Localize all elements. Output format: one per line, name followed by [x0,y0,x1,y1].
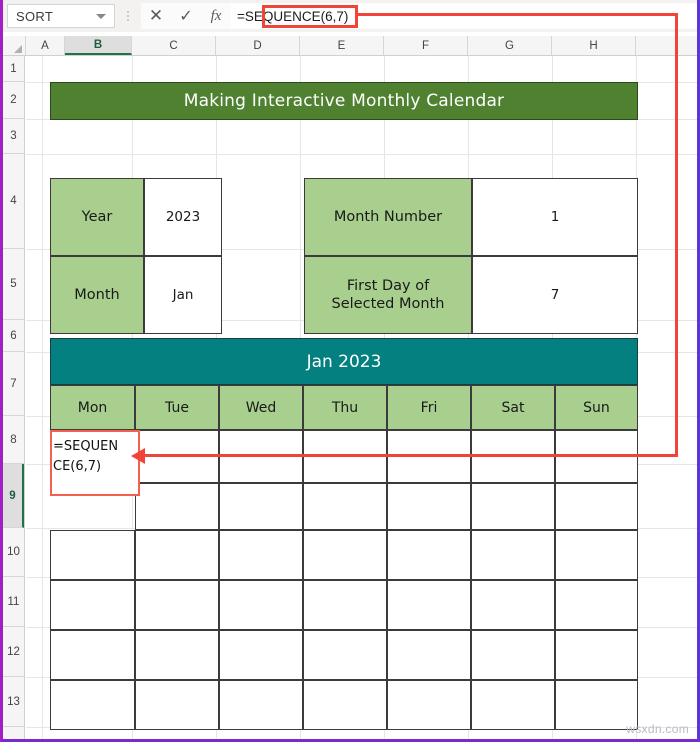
weekday-header-mon: Mon [50,385,135,430]
formula-bar: SORT ✕ ✓ fx =SEQUENCE(6,7) [3,0,697,32]
row-header-10[interactable]: 10 [3,528,24,577]
row-header-4[interactable]: 4 [3,154,24,249]
row-header-8[interactable]: 8 [3,416,24,464]
weekday-header-sat: Sat [471,385,555,430]
calendar-cell[interactable] [303,680,387,730]
calendar-cell[interactable] [555,530,638,580]
year-label: Year [50,178,144,256]
calendar-cell[interactable] [135,630,219,680]
column-header-i[interactable] [636,36,697,55]
weekday-header-fri: Fri [387,385,471,430]
column-header-c[interactable]: C [132,36,216,55]
calendar-cell[interactable] [219,530,303,580]
calendar-cell[interactable] [50,530,135,580]
excel-window: SORT ✕ ✓ fx =SEQUENCE(6,7) A B C D E F G… [0,0,700,742]
calendar-cell[interactable] [303,630,387,680]
calendar-cell[interactable] [387,530,471,580]
month-number-value[interactable]: 1 [472,178,638,256]
calendar-cell[interactable] [387,680,471,730]
first-day-label: First Day of Selected Month [304,256,472,334]
formula-input[interactable]: =SEQUENCE(6,7) [231,3,697,29]
calendar-cell[interactable] [471,630,555,680]
row-header-column: 1 2 3 4 5 6 7 8 9 10 11 12 13 14 [3,56,25,739]
annotation-line-right [675,13,678,457]
weekday-header-sun: Sun [555,385,638,430]
active-cell-text-line-2: CE(6,7) [53,459,102,475]
first-day-value[interactable]: 7 [472,256,638,334]
row-header-1[interactable]: 1 [3,56,24,82]
column-header-d[interactable]: D [216,36,300,55]
more-options-icon[interactable] [120,4,136,28]
calendar-cell[interactable] [219,580,303,630]
worksheet: A B C D E F G H 1 2 3 4 5 6 7 8 9 10 11 … [3,32,697,739]
calendar-cell[interactable] [135,580,219,630]
chevron-down-icon[interactable] [96,13,106,19]
calendar-cell[interactable] [303,530,387,580]
active-cell-text-line-1: =SEQUEN [53,439,119,454]
calendar-cell[interactable] [303,483,387,530]
column-header-row: A B C D E F G H [3,36,697,56]
calendar-cell[interactable] [135,680,219,730]
column-header-f[interactable]: F [384,36,468,55]
annotation-line-top [355,13,678,16]
page-title: Making Interactive Monthly Calendar [50,82,638,120]
weekday-header-tue: Tue [135,385,219,430]
calendar-cell[interactable] [50,680,135,730]
row-header-13[interactable]: 13 [3,677,24,727]
calendar-cell[interactable] [471,483,555,530]
column-header-e[interactable]: E [300,36,384,55]
calendar-cell[interactable] [135,483,219,530]
close-icon[interactable]: ✕ [141,3,171,29]
calendar-cell[interactable] [135,530,219,580]
row-header-14[interactable]: 14 [3,727,24,739]
calendar-cell[interactable] [555,630,638,680]
calendar-cell[interactable] [219,630,303,680]
column-header-h[interactable]: H [552,36,636,55]
weekday-header-wed: Wed [219,385,303,430]
calendar-cell[interactable] [387,630,471,680]
month-number-label: Month Number [304,178,472,256]
calendar-cell[interactable] [219,483,303,530]
calendar-title: Jan 2023 [50,338,638,385]
row-header-2[interactable]: 2 [3,82,24,119]
calendar-cell[interactable] [555,483,638,530]
calendar-cell[interactable] [387,580,471,630]
annotation-line-bottom [144,454,678,457]
calendar-cell[interactable] [555,580,638,630]
row-header-7[interactable]: 7 [3,352,24,416]
column-header-b[interactable]: B [65,36,132,55]
row-header-9[interactable]: 9 [3,464,24,528]
row-header-3[interactable]: 3 [3,119,24,154]
fx-icon[interactable]: fx [201,3,231,29]
active-cell-editor[interactable]: =SEQUEN CE(6,7) [50,430,140,496]
month-value[interactable]: Jan [144,256,222,334]
select-all-corner[interactable] [3,36,26,55]
calendar-cell[interactable] [471,580,555,630]
calendar-cell[interactable] [50,630,135,680]
calendar-cell[interactable] [303,580,387,630]
row-header-12[interactable]: 12 [3,627,24,677]
watermark: wsxdn.com [626,722,689,736]
name-box-value: SORT [16,8,54,24]
row-header-5[interactable]: 5 [3,249,24,320]
calendar-cell[interactable] [471,680,555,730]
calendar-cell[interactable] [471,530,555,580]
check-icon[interactable]: ✓ [171,3,201,29]
column-header-g[interactable]: G [468,36,552,55]
row-header-6[interactable]: 6 [3,320,24,352]
annotation-arrowhead-icon [131,448,145,464]
calendar-cell[interactable] [219,680,303,730]
column-header-a[interactable]: A [26,36,65,55]
calendar-cell[interactable] [387,483,471,530]
year-value[interactable]: 2023 [144,178,222,256]
calendar-cell[interactable] [50,580,135,630]
name-box[interactable]: SORT [7,4,115,28]
weekday-header-thu: Thu [303,385,387,430]
month-label: Month [50,256,144,334]
row-header-11[interactable]: 11 [3,577,24,627]
